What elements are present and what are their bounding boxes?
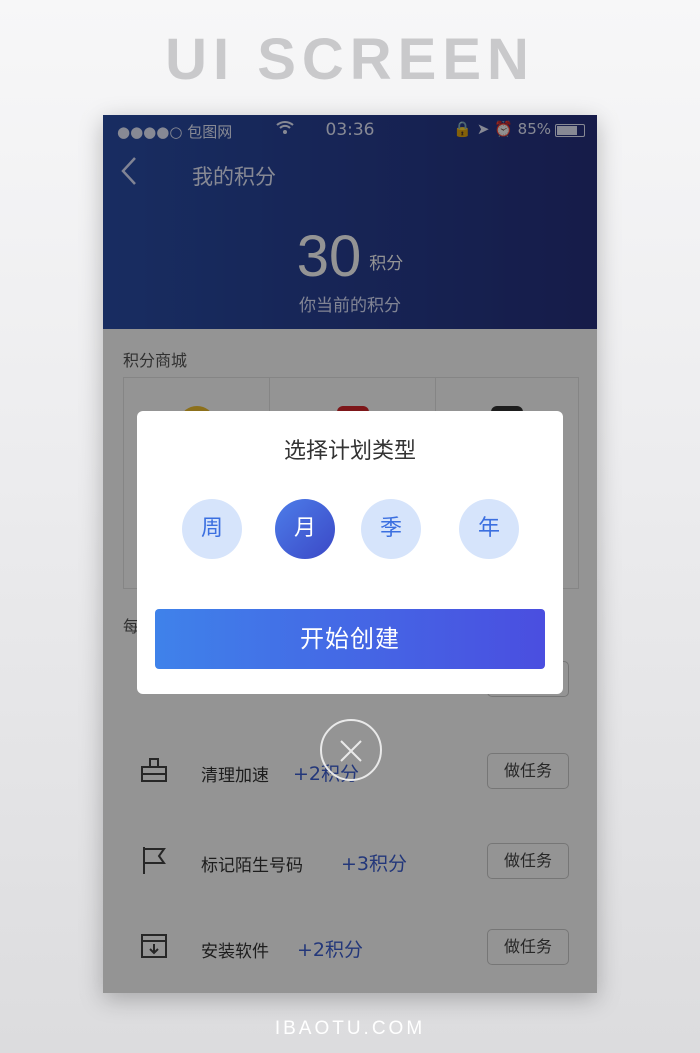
option-week[interactable]: 周 — [182, 499, 242, 559]
start-create-button[interactable]: 开始创建 — [155, 609, 545, 669]
footer-site: IBAOTU.COM — [274, 1018, 426, 1039]
close-icon[interactable] — [320, 719, 382, 781]
banner-title: UI SCREEN — [165, 27, 535, 92]
option-year[interactable]: 年 — [459, 499, 519, 559]
dialog-title: 选择计划类型 — [283, 439, 416, 464]
option-quarter[interactable]: 季 — [361, 499, 421, 559]
plan-type-dialog: 选择计划类型 周 月 季 年 开始创建 — [137, 411, 563, 694]
phone-screen: ●●●●○ 包图网 03:36 🔒 ➤ ⏰ 85% 我的积分 30 积分 你当前的… — [103, 115, 597, 993]
option-month[interactable]: 月 — [275, 499, 335, 559]
